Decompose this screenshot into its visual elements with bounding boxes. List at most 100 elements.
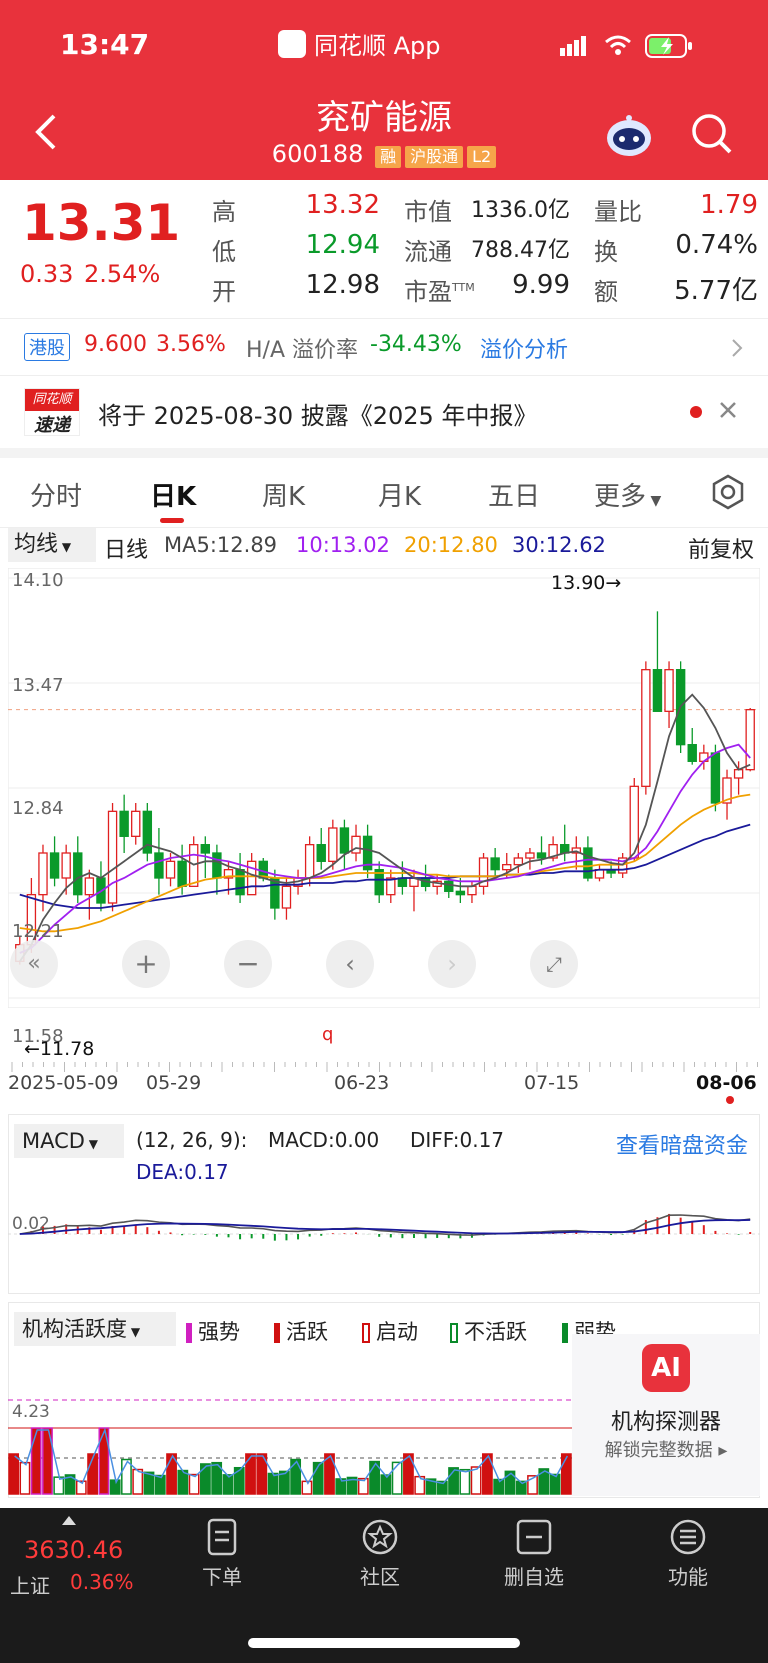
- fullscreen-button[interactable]: ⤢: [530, 940, 578, 988]
- tab-five-day[interactable]: 五日: [488, 476, 540, 513]
- ma20-value: 20:12.80: [404, 533, 498, 557]
- activity-bar-start: [132, 1468, 144, 1495]
- volratio-value: 1.79: [700, 190, 758, 220]
- candlestick-chart[interactable]: [8, 568, 760, 1008]
- candle-up: [502, 864, 512, 871]
- zoom-in-button[interactable]: +: [122, 940, 170, 988]
- tab-weekly-k[interactable]: 周K: [262, 476, 305, 513]
- activity-bar-inactive: [459, 1468, 471, 1495]
- high-label: 高: [212, 198, 236, 226]
- price-axis-4: 12.21: [12, 921, 64, 942]
- battery-icon: [645, 34, 693, 62]
- turnover-label: 换: [594, 238, 618, 266]
- activity-bar-start: [188, 1473, 200, 1495]
- scroll-left-fast-button[interactable]: «: [10, 940, 58, 988]
- scroll-left-button[interactable]: ‹: [326, 940, 374, 988]
- ma-selector[interactable]: 均线 ▼: [8, 528, 96, 562]
- activity-bar-weak: [380, 1474, 392, 1495]
- ma5-value: MA5:12.89: [164, 533, 278, 557]
- news-logo-top: 同花顺: [25, 389, 79, 411]
- premium-analysis-link[interactable]: 溢价分析: [480, 332, 568, 364]
- activity-bar-weak: [200, 1463, 211, 1495]
- legend-inactive-label: 不活跃: [464, 1320, 527, 1344]
- pe-label-text: 市盈: [404, 278, 452, 306]
- legend-strong: 强势: [186, 1316, 240, 1346]
- candle-up: [328, 827, 338, 862]
- tab-monthly-k[interactable]: 月K: [378, 476, 421, 513]
- chip-connect: 沪股通: [405, 146, 464, 168]
- functions-icon: [670, 1519, 706, 1555]
- news-banner[interactable]: 同花顺 速递 将于 2025-08-30 披露《2025 年中报》: [0, 376, 768, 448]
- nav-remove-watchlist-label: 删自选: [504, 1565, 564, 1589]
- home-indicator: [248, 1638, 520, 1648]
- ai-title: 机构探测器: [610, 1410, 721, 1435]
- index-name: 上证: [10, 1574, 50, 1598]
- community-icon: [362, 1519, 398, 1555]
- hk-price: 9.600: [84, 332, 147, 357]
- robot-assistant-icon[interactable]: [604, 112, 654, 162]
- pe-value: 9.99: [512, 270, 570, 300]
- candle-up: [745, 709, 755, 771]
- candle-up: [131, 810, 141, 837]
- tab-daily-k[interactable]: 日K: [150, 476, 196, 513]
- candle-down: [200, 844, 211, 854]
- ma10-value: 10:13.02: [296, 533, 390, 557]
- index-pct: 0.36%: [70, 1570, 134, 1594]
- price-axis-1: 14.10: [12, 570, 64, 591]
- candle-up: [664, 669, 674, 712]
- last-price: 13.31: [22, 194, 181, 252]
- candle-up: [38, 852, 48, 896]
- macd-selector[interactable]: MACD ▼: [14, 1124, 124, 1158]
- wifi-icon: [604, 34, 632, 60]
- settings-icon[interactable]: [710, 474, 746, 514]
- activity-bar-weak: [267, 1472, 279, 1495]
- candle-down: [177, 860, 187, 887]
- candle-up: [165, 860, 176, 879]
- legend-active: 活跃: [274, 1316, 328, 1346]
- nav-community-label: 社区: [360, 1565, 400, 1589]
- float-label: 流通: [404, 238, 452, 266]
- dark-pool-link[interactable]: 查看暗盘资金: [616, 1128, 748, 1160]
- ma-selector-label: 均线: [14, 532, 59, 557]
- nav-order[interactable]: 下单: [182, 1518, 262, 1590]
- order-icon: [207, 1518, 237, 1556]
- tab-more[interactable]: 更多 ▼: [594, 476, 661, 513]
- status-time: 13:47: [60, 28, 150, 61]
- index-up-arrow-icon: [62, 1516, 76, 1525]
- volratio-label: 量比: [594, 198, 642, 226]
- candle-down: [154, 852, 164, 879]
- scroll-right-button[interactable]: ›: [428, 940, 476, 988]
- hk-row[interactable]: 港股 9.600 3.56% H/A 溢价率 -34.43% 溢价分析: [0, 318, 768, 376]
- high-marker: 13.90→: [551, 572, 622, 594]
- legend-active-label: 活跃: [286, 1320, 328, 1344]
- activity-bar-strong: [30, 1427, 42, 1495]
- activity-bar-start: [470, 1466, 482, 1495]
- close-icon[interactable]: [718, 400, 738, 424]
- search-icon[interactable]: [690, 112, 734, 160]
- price-axis-2: 13.47: [12, 675, 64, 696]
- inst-selector[interactable]: 机构活跃度 ▼: [14, 1312, 176, 1346]
- candle-up: [281, 885, 292, 909]
- ai-detector-card[interactable]: AI 机构探测器 解锁完整数据 ▸: [572, 1334, 760, 1496]
- tab-intraday[interactable]: 分时: [30, 476, 82, 513]
- legend-strong-swatch: [186, 1323, 192, 1343]
- candle-up: [513, 857, 524, 866]
- stock-code: 600188: [271, 140, 364, 168]
- legend-inactive-swatch: [450, 1323, 458, 1343]
- period-tabs: 分时 日K 周K 月K 五日 更多 ▼: [0, 458, 768, 528]
- event-marker-icon[interactable]: q: [322, 1024, 333, 1045]
- ai-subtitle: 解锁完整数据 ▸: [604, 1440, 728, 1461]
- date-axis-5: 08-06: [696, 1072, 757, 1094]
- nav-functions-label: 功能: [668, 1565, 708, 1589]
- index-value[interactable]: 3630.46: [24, 1536, 123, 1564]
- nav-community[interactable]: 社区: [340, 1518, 420, 1590]
- caret-down-icon: ▼: [646, 493, 662, 509]
- zoom-out-button[interactable]: −: [224, 940, 272, 988]
- activity-bar-weak: [549, 1473, 561, 1495]
- unread-dot: [690, 406, 702, 418]
- nav-remove-watchlist[interactable]: 删自选: [494, 1518, 574, 1590]
- nav-functions[interactable]: 功能: [648, 1518, 728, 1590]
- adjust-mode[interactable]: 前复权: [688, 532, 754, 564]
- legend-start-swatch: [362, 1323, 370, 1343]
- quote-panel: 13.31 0.33 2.54% 高 13.32 低 12.94 开 12.98…: [0, 180, 768, 318]
